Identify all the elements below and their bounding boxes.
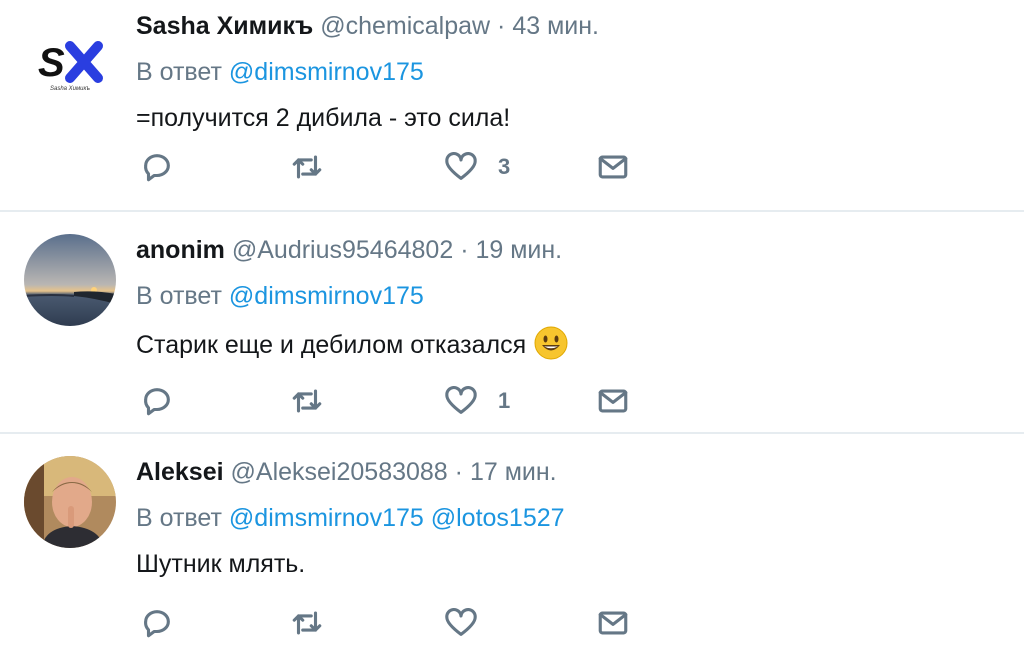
tweet[interactable]: anonim @Audrius95464802 · 19 мин. В отве…: [0, 212, 1024, 434]
like-count: 3: [498, 154, 511, 179]
mention-link[interactable]: @lotos1527: [431, 504, 565, 532]
reply-icon: [144, 388, 170, 416]
user-name[interactable]: Sasha Химикъ: [136, 12, 313, 40]
svg-text:Sasha Химикъ: Sasha Химикъ: [50, 86, 90, 92]
like-button[interactable]: [444, 606, 498, 640]
tweet-header: Sasha Химикъ @chemicalpaw · 43 мин.: [136, 12, 599, 41]
tweet[interactable]: Aleksei @Aleksei20583088 · 17 мин. В отв…: [0, 434, 1024, 648]
tweet-text: =получится 2 дибила - это сила!: [136, 104, 511, 132]
heart-icon: [445, 151, 477, 180]
like-count: 1: [498, 388, 511, 413]
reply-button[interactable]: [140, 384, 174, 418]
dm-button[interactable]: [596, 384, 630, 418]
tweet-header: anonim @Audrius95464802 · 19 мин.: [136, 236, 562, 265]
tweet-text-row: Старик еще и дебилом отказался: [136, 326, 568, 367]
svg-text:S: S: [38, 41, 65, 85]
reply-icon: [144, 610, 170, 638]
user-handle[interactable]: @Aleksei20583088: [231, 458, 448, 486]
smiley-face-icon: [534, 326, 568, 367]
timestamp[interactable]: 17 мин.: [470, 458, 557, 486]
user-handle[interactable]: @Audrius95464802: [232, 236, 453, 264]
retweet-icon: [292, 155, 322, 179]
tweet-actions: 3: [136, 150, 656, 190]
mention-link[interactable]: @dimsmirnov175: [229, 58, 424, 86]
timestamp[interactable]: 43 мин.: [512, 12, 599, 40]
retweet-icon: [292, 611, 322, 635]
reply-button[interactable]: [140, 150, 174, 184]
reply-context: В ответ @dimsmirnov175: [136, 58, 424, 87]
separator-dot: ·: [454, 458, 463, 486]
like-button[interactable]: 1: [444, 384, 510, 418]
reply-context: В ответ @dimsmirnov175: [136, 282, 424, 311]
reply-button[interactable]: [140, 606, 174, 640]
envelope-icon: [598, 155, 628, 179]
like-button[interactable]: 3: [444, 150, 510, 184]
envelope-icon: [598, 389, 628, 413]
reply-icon: [144, 154, 170, 182]
reply-prefix: В ответ: [136, 504, 222, 532]
separator-dot: ·: [497, 12, 506, 40]
avatar[interactable]: [24, 234, 116, 326]
tweet-text: Шутник млять.: [136, 550, 306, 578]
mention-link[interactable]: @dimsmirnov175: [229, 282, 424, 310]
tweet-actions: [136, 606, 656, 646]
retweet-button[interactable]: [290, 150, 324, 184]
tweet-header: Aleksei @Aleksei20583088 · 17 мин.: [136, 458, 557, 487]
user-handle[interactable]: @chemicalpaw: [320, 12, 490, 40]
avatar[interactable]: [24, 456, 116, 548]
heart-icon: [445, 607, 477, 636]
reply-context: В ответ @dimsmirnov175 @lotos1527: [136, 504, 565, 533]
timestamp[interactable]: 19 мин.: [475, 236, 562, 264]
user-name[interactable]: anonim: [136, 236, 225, 264]
tweet-text: Старик еще и дебилом отказался: [136, 331, 527, 360]
mention-link[interactable]: @dimsmirnov175: [229, 504, 424, 532]
retweet-icon: [292, 389, 322, 413]
tweet[interactable]: S Sasha Химикъ Sasha Химикъ @chemicalpaw…: [0, 0, 1024, 212]
reply-prefix: В ответ: [136, 58, 222, 86]
dm-button[interactable]: [596, 150, 630, 184]
separator-dot: ·: [460, 236, 469, 264]
envelope-icon: [598, 611, 628, 635]
user-photo-icon: [24, 456, 116, 548]
tweet-actions: 1: [136, 384, 656, 424]
heart-icon: [445, 385, 477, 414]
dm-button[interactable]: [596, 606, 630, 640]
sx-logo-icon: S Sasha Химикъ: [24, 20, 116, 112]
retweet-button[interactable]: [290, 384, 324, 418]
reply-prefix: В ответ: [136, 282, 222, 310]
retweet-button[interactable]: [290, 606, 324, 640]
user-name[interactable]: Aleksei: [136, 458, 224, 486]
avatar[interactable]: S Sasha Химикъ: [24, 20, 116, 112]
sunset-photo-icon: [24, 234, 116, 326]
